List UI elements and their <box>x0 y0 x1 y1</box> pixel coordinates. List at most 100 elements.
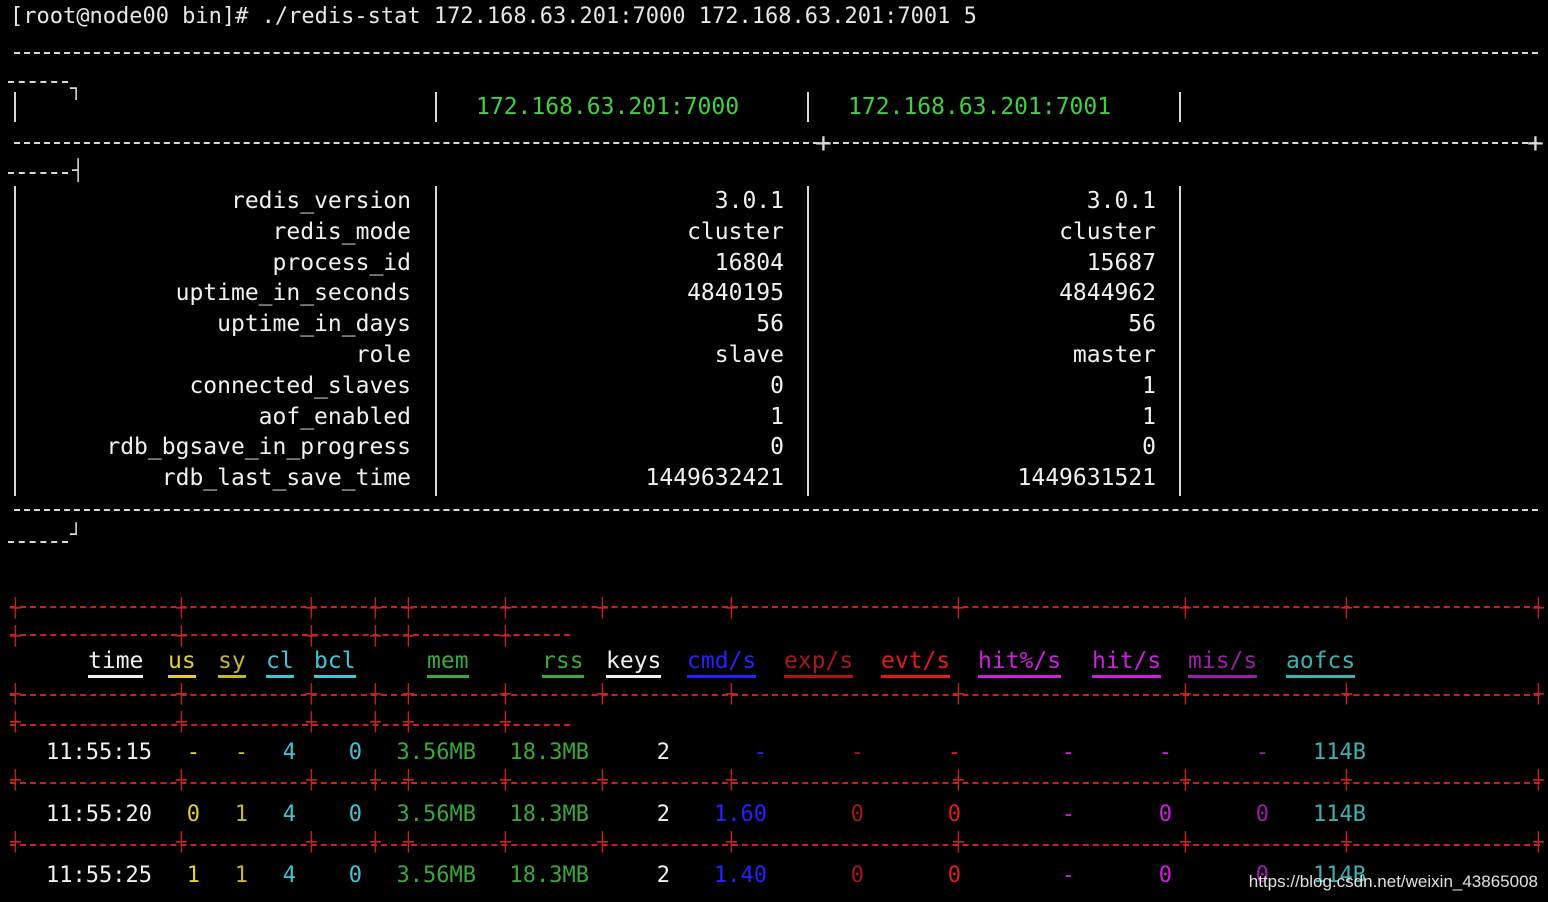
column-header-keys: keys <box>606 648 662 678</box>
stats-table-junction: ┼ <box>1533 832 1544 853</box>
stats-table-junction: ┼ <box>726 832 737 853</box>
stats-table-junction: ┼ <box>726 598 737 619</box>
stats-cell-mem: 3.56MB <box>396 740 476 765</box>
info-table-divider <box>1179 92 1181 122</box>
stats-table-junction: ┼ <box>306 832 317 853</box>
stats-table-junction: ┼ <box>953 684 964 705</box>
stats-table-junction: ┼ <box>176 770 187 791</box>
stats-table-junction: ┼ <box>306 684 317 705</box>
stats-table-junction: ┼ <box>1180 770 1191 791</box>
info-row-value-7000: 4840195 <box>687 280 784 307</box>
command-prompt-line: [root@node00 bin]# ./redis-stat 172.168.… <box>10 4 977 29</box>
info-table-cross: + <box>1527 126 1544 159</box>
info-row-label: connected_slaves <box>189 372 411 399</box>
info-table-divider <box>14 92 16 122</box>
info-row-value-7000: 3.0.1 <box>714 188 784 214</box>
stats-table-junction: ┼ <box>726 684 737 705</box>
column-header-evt: evt/s <box>881 648 951 678</box>
stats-table-junction: ┼ <box>10 832 21 853</box>
info-row-value-7000: 0 <box>770 434 784 461</box>
info-table-bottom-border <box>14 509 1538 511</box>
stats-table-junction: ┼ <box>403 832 414 853</box>
stats-table-junction: ┼ <box>597 684 608 705</box>
stats-cell-aofcs: 114B <box>1313 802 1366 827</box>
stats-cell-mem: 3.56MB <box>396 863 476 888</box>
column-header-time: time <box>88 648 144 678</box>
stats-table-junction: ┼ <box>403 598 414 619</box>
info-row-value-7000: 1 <box>770 403 784 430</box>
info-table-header-separator <box>14 142 1538 144</box>
column-header-hitpct: hit%/s <box>978 648 1062 678</box>
stats-table-junction: ┼ <box>306 712 317 733</box>
column-header-bcl: bcl <box>314 648 356 678</box>
stats-table-junction: ┼ <box>10 626 21 647</box>
info-table-header-wrap <box>8 172 68 174</box>
stats-table-junction: ┼ <box>10 770 21 791</box>
stats-table-header-separator <box>10 694 1540 696</box>
stats-cell-evt: 0 <box>947 802 961 827</box>
stats-table-junction: ┼ <box>10 684 21 705</box>
info-table-cross: + <box>815 126 832 159</box>
column-header-rss: rss <box>542 648 584 678</box>
terminal-window[interactable]: [root@node00 bin]# ./redis-stat 172.168.… <box>0 0 1548 902</box>
info-row-label: rdb_last_save_time <box>161 465 411 492</box>
column-header-mis: mis/s <box>1188 648 1258 678</box>
info-table-divider <box>1179 186 1181 496</box>
info-table-bottom-wrap <box>8 541 68 543</box>
info-table-divider <box>435 92 437 122</box>
stats-table-row-separator <box>10 782 1540 784</box>
stats-table-junction: ┼ <box>1180 684 1191 705</box>
info-row-label: aof_enabled <box>258 403 411 430</box>
stats-table-junction: ┼ <box>500 626 511 647</box>
stats-table-junction: ┼ <box>370 712 381 733</box>
column-header-cmd: cmd/s <box>687 648 757 678</box>
info-row-value-7001: 0 <box>1142 434 1156 461</box>
info-row-value-7001: 1 <box>1142 372 1156 399</box>
info-row-value-7001: 4844962 <box>1059 280 1156 307</box>
stats-table-junction: ┼ <box>1180 598 1191 619</box>
info-row-value-7000: 16804 <box>714 249 784 276</box>
stats-cell-bcl: 0 <box>348 740 362 765</box>
info-row-value-7001: 1449631521 <box>1017 465 1156 492</box>
stats-table-header-wrap <box>10 724 570 726</box>
column-header-mem: mem <box>427 648 469 678</box>
info-row-value-7000: 0 <box>770 372 784 399</box>
stats-table-junction: ┼ <box>597 598 608 619</box>
watermark-url: https://blog.csdn.net/weixin_43865008 <box>1248 872 1538 891</box>
stats-table-junction: ┼ <box>370 770 381 791</box>
stats-table-junction: ┼ <box>500 770 511 791</box>
stats-cell-mem: 3.56MB <box>396 802 476 827</box>
column-header-cl: cl <box>266 648 294 678</box>
info-table-wrap-border <box>8 81 68 83</box>
stats-table-junction: ┼ <box>176 626 187 647</box>
stats-table-junction: ┼ <box>1533 684 1544 705</box>
stats-table-junction: ┼ <box>1341 598 1352 619</box>
stats-table-junction: ┼ <box>1533 770 1544 791</box>
stats-table-top-wrap <box>10 634 570 636</box>
stats-table-junction: ┼ <box>10 712 21 733</box>
stats-table-junction: ┼ <box>500 684 511 705</box>
stats-table-junction: ┼ <box>370 684 381 705</box>
server-header-7001: 172.168.63.201:7001 <box>848 94 1112 120</box>
stats-table-junction: ┼ <box>306 770 317 791</box>
column-header-hit: hit/s <box>1092 648 1162 678</box>
server-header-7000: 172.168.63.201:7000 <box>476 94 740 120</box>
stats-table-junction: ┼ <box>953 770 964 791</box>
info-row-label: uptime_in_seconds <box>175 280 411 307</box>
stats-table-junction: ┼ <box>1341 684 1352 705</box>
stats-cell-evt: - <box>947 740 961 765</box>
stats-table-junction: ┼ <box>306 626 317 647</box>
stats-cell-bcl: 0 <box>348 863 362 888</box>
info-table-divider <box>807 186 809 496</box>
info-row-label: process_id <box>272 249 411 276</box>
stats-table-junction: ┼ <box>176 832 187 853</box>
column-header-aofcs: aofcs <box>1286 648 1356 678</box>
stats-table-junction: ┼ <box>176 712 187 733</box>
info-row-label: redis_version <box>230 188 411 214</box>
info-row-label: uptime_in_days <box>217 311 411 338</box>
stats-table-junction: ┼ <box>953 832 964 853</box>
info-row-value-7001: cluster <box>1059 218 1156 245</box>
info-row-value-7000: slave <box>714 342 784 368</box>
stats-cell-evt: 0 <box>947 863 961 888</box>
stats-table-junction: ┼ <box>370 832 381 853</box>
